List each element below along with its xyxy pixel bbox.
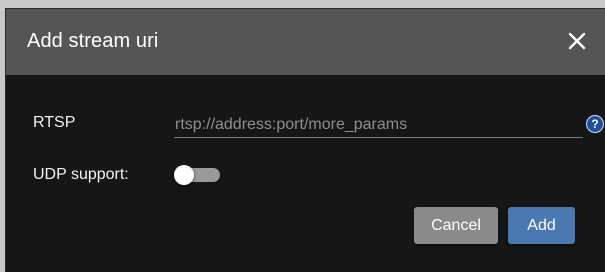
screen: Add stream uri RTSP ? UDP support: Cance… [0,0,605,272]
dialog-title: Add stream uri [27,30,159,52]
rtsp-label: RTSP [33,114,76,131]
close-icon[interactable] [565,29,589,53]
cancel-button[interactable]: Cancel [414,207,498,244]
add-stream-dialog: Add stream uri RTSP ? UDP support: Cance… [6,9,605,272]
add-button[interactable]: Add [508,207,575,244]
help-icon[interactable]: ? [586,115,604,133]
udp-support-label: UDP support: [33,166,129,183]
dialog-header: Add stream uri [6,9,605,75]
toggle-thumb [174,165,194,185]
udp-support-toggle[interactable] [174,165,222,185]
rtsp-input[interactable] [174,113,583,138]
